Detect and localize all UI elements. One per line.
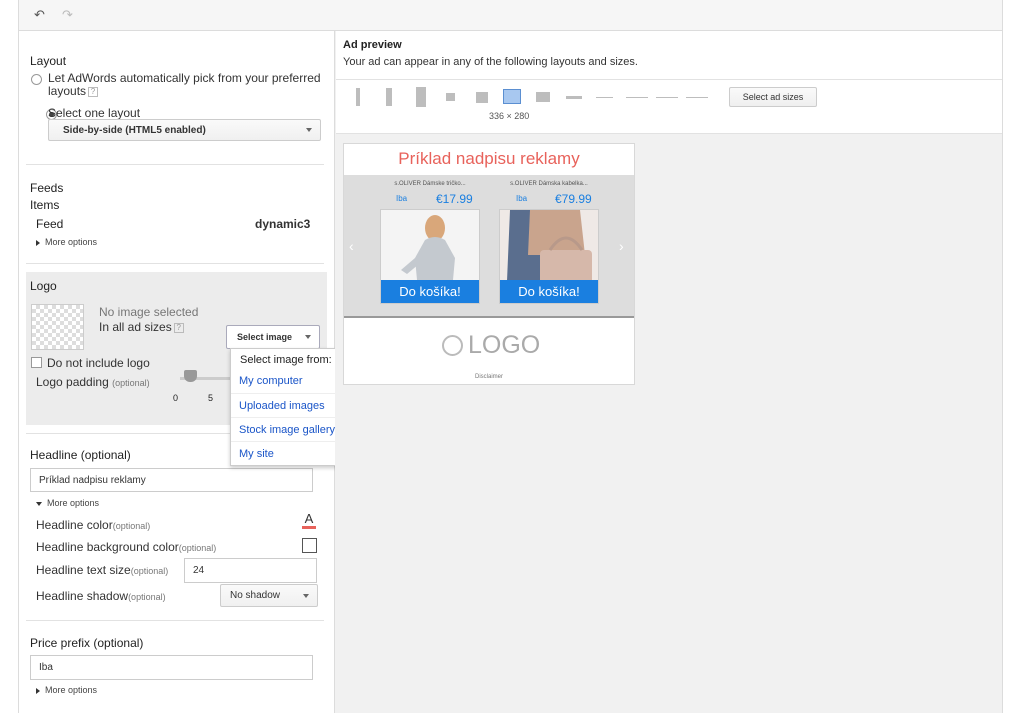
size-option[interactable] bbox=[686, 97, 708, 98]
headline-text-size-input[interactable]: 24 bbox=[184, 558, 317, 583]
size-option[interactable] bbox=[386, 88, 392, 106]
price-prefix: Iba bbox=[396, 194, 408, 203]
feeds-title: Feeds bbox=[30, 181, 64, 195]
all-sizes-label: In all ad sizes? bbox=[99, 320, 184, 334]
product-price: €79.99 bbox=[555, 192, 592, 206]
bg-color-swatch[interactable] bbox=[302, 538, 317, 553]
select-image-button[interactable]: Select image bbox=[226, 325, 320, 349]
shadow-value: No shadow bbox=[230, 590, 281, 601]
feeds-more-options[interactable]: More options bbox=[36, 237, 97, 247]
padding-slider-handle[interactable] bbox=[184, 370, 197, 382]
auto-layout-label: Let AdWords automatically pick from your… bbox=[48, 71, 321, 85]
ad-headline: Príklad nadpisu reklamy bbox=[398, 149, 580, 168]
expand-icon bbox=[36, 239, 40, 246]
add-to-cart-button[interactable]: Do košíka! bbox=[381, 280, 479, 303]
chevron-down-icon bbox=[303, 593, 309, 598]
divider bbox=[336, 133, 1002, 134]
size-option-selected[interactable] bbox=[503, 89, 521, 104]
divider bbox=[344, 316, 634, 318]
divider bbox=[336, 79, 1002, 80]
ad-preview-subtitle: Your ad can appear in any of the followi… bbox=[343, 56, 638, 68]
headline-input[interactable]: Príklad nadpisu reklamy bbox=[30, 468, 313, 492]
logo-thumbnail bbox=[31, 304, 84, 350]
size-option[interactable] bbox=[476, 92, 488, 103]
ad-preview-title: Ad preview bbox=[343, 39, 402, 51]
collapse-icon bbox=[36, 501, 42, 506]
logo-title: Logo bbox=[30, 279, 57, 293]
text-color-icon[interactable]: A bbox=[302, 512, 316, 529]
logo-circle-icon bbox=[442, 335, 463, 356]
slider-min: 0 bbox=[173, 393, 179, 403]
redo-icon[interactable]: ↷ bbox=[62, 7, 73, 23]
radio-auto-layout[interactable] bbox=[31, 74, 42, 85]
headline-title: Headline (optional) bbox=[30, 448, 131, 462]
disclaimer: Disclaimer bbox=[474, 374, 503, 380]
product-name: s.OLIVER Dámske tričko... bbox=[394, 181, 466, 187]
price-prefix: Iba bbox=[516, 194, 528, 203]
no-image-text: No image selected bbox=[99, 305, 199, 319]
carousel-next-icon[interactable]: › bbox=[619, 238, 624, 254]
chevron-down-icon bbox=[306, 128, 312, 132]
layout-dropdown-value: Side-by-side (HTML5 enabled) bbox=[63, 125, 206, 136]
size-option[interactable] bbox=[596, 97, 613, 98]
layout-dropdown[interactable]: Side-by-side (HTML5 enabled) bbox=[48, 119, 321, 141]
toolbar bbox=[18, 0, 1003, 31]
price-prefix-title: Price prefix (optional) bbox=[30, 636, 144, 650]
help-icon[interactable]: ? bbox=[88, 86, 99, 97]
auto-layout-label-line2: layouts? bbox=[48, 84, 99, 98]
size-option[interactable] bbox=[416, 87, 426, 107]
preview-header bbox=[336, 31, 1002, 134]
chevron-down-icon bbox=[305, 335, 311, 339]
add-to-cart-button[interactable]: Do košíka! bbox=[500, 280, 598, 303]
headline-shadow-label: Headline shadow(optional) bbox=[36, 589, 166, 603]
size-option[interactable] bbox=[446, 93, 455, 101]
layout-title: Layout bbox=[30, 54, 67, 68]
feed-value: dynamic3 bbox=[255, 217, 311, 231]
undo-icon[interactable]: ↶ bbox=[34, 7, 45, 23]
price-prefix-more-options[interactable]: More options bbox=[36, 685, 97, 695]
slider-mid: 5 bbox=[208, 393, 214, 403]
headline-more-options[interactable]: More options bbox=[36, 498, 99, 508]
divider bbox=[26, 164, 324, 165]
ad-logo-text: LOGO bbox=[468, 331, 541, 359]
divider bbox=[26, 620, 324, 621]
selected-size-label: 336 × 280 bbox=[489, 111, 530, 121]
select-image-label: Select image bbox=[237, 332, 293, 342]
do-not-include-checkbox[interactable] bbox=[31, 357, 42, 368]
product-price: €17.99 bbox=[436, 192, 473, 206]
select-layout-label: Select one layout bbox=[48, 106, 141, 120]
headline-text-size-label: Headline text size(optional) bbox=[36, 563, 169, 577]
help-icon[interactable]: ? bbox=[173, 322, 184, 333]
items-label: Items bbox=[30, 198, 60, 212]
divider bbox=[26, 263, 324, 264]
size-option[interactable] bbox=[626, 97, 648, 98]
headline-color-label: Headline color(optional) bbox=[36, 518, 151, 532]
price-prefix-input[interactable]: Iba bbox=[30, 655, 313, 680]
expand-icon bbox=[36, 687, 40, 694]
size-option[interactable] bbox=[656, 97, 678, 98]
headline-bg-color-label: Headline background color(optional) bbox=[36, 540, 217, 554]
product-name: s.OLIVER Dámska kabelka... bbox=[510, 181, 588, 187]
logo-padding-label: Logo padding (optional) bbox=[36, 375, 150, 389]
select-ad-sizes-button[interactable]: Select ad sizes bbox=[729, 87, 817, 107]
size-option[interactable] bbox=[356, 88, 360, 106]
feed-label: Feed bbox=[36, 217, 64, 231]
do-not-include-label: Do not include logo bbox=[47, 356, 150, 370]
size-option[interactable] bbox=[566, 96, 582, 99]
headline-shadow-dropdown[interactable]: No shadow bbox=[220, 584, 318, 607]
size-option[interactable] bbox=[536, 92, 550, 102]
carousel-prev-icon[interactable]: ‹ bbox=[349, 238, 354, 254]
